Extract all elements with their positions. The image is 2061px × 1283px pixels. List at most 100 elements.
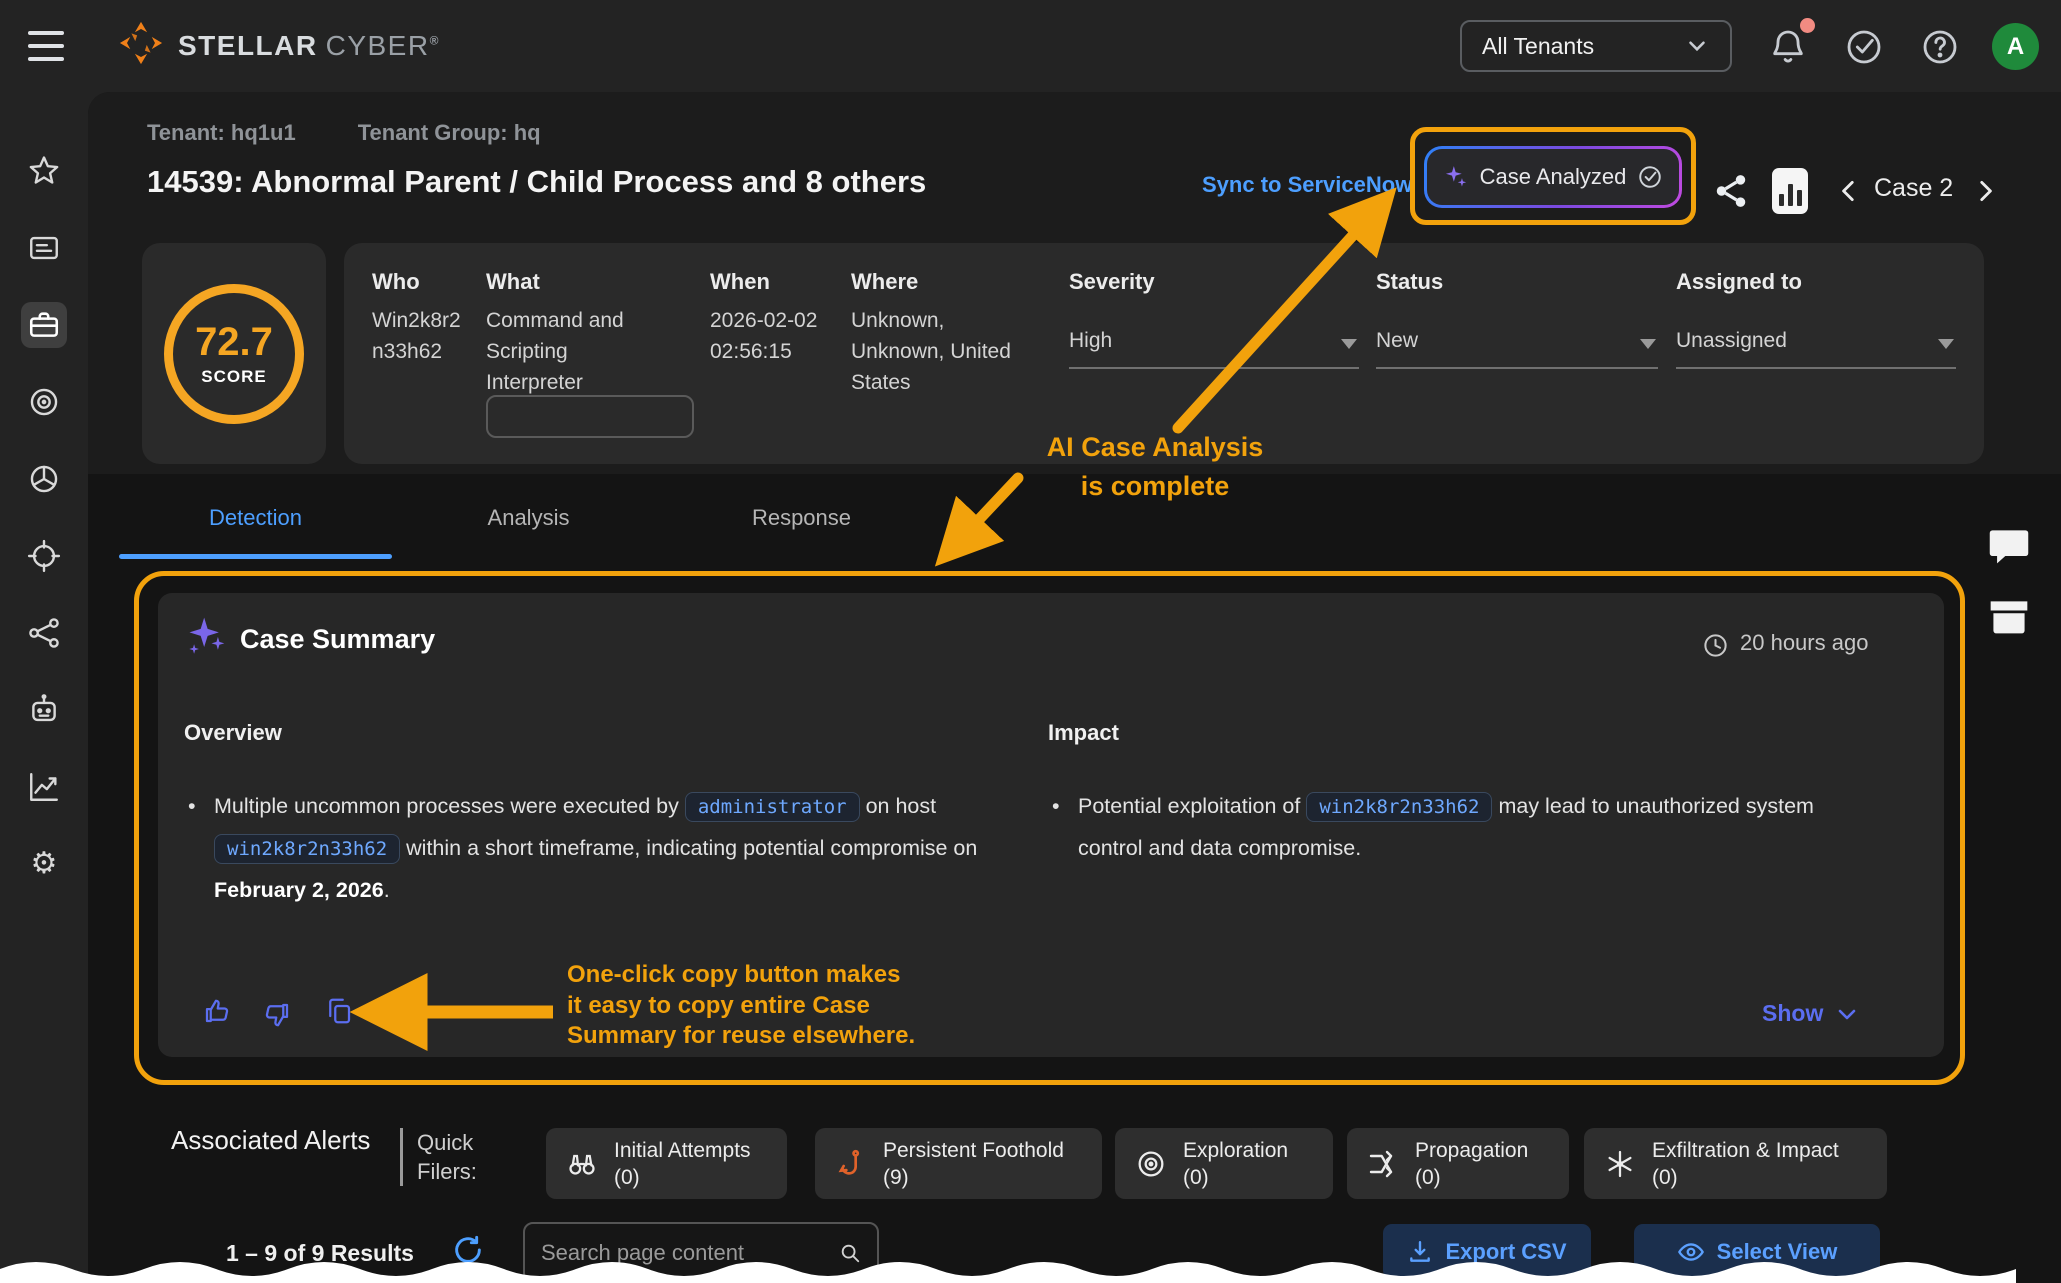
score-ring: 72.7 SCORE <box>164 284 304 424</box>
entity-chip-administrator[interactable]: administrator <box>685 792 860 822</box>
case-nav-label: Case 2 <box>1874 174 1953 203</box>
tab-detection[interactable]: Detection <box>119 505 392 559</box>
tenant-label: Tenant: hq1u1 <box>147 120 296 146</box>
topbar: STELLARCYBER® All Tenants A <box>0 0 2061 92</box>
filter-chip-exploration[interactable]: Exploration(0) <box>1115 1128 1333 1199</box>
when-value: 2026-02-02 02:56:15 <box>710 305 822 367</box>
notification-dot <box>1800 18 1815 33</box>
briefcase-icon[interactable] <box>21 302 67 348</box>
binoculars-icon <box>566 1148 598 1180</box>
copy-icon[interactable] <box>324 996 354 1026</box>
compass-icon <box>1135 1148 1167 1180</box>
thumbs-down-icon[interactable] <box>262 1000 292 1030</box>
severity-select-underline <box>1069 367 1359 369</box>
chart-icon[interactable] <box>21 764 67 810</box>
what-inline-input[interactable] <box>486 395 694 438</box>
severity-select-value[interactable]: High <box>1069 325 1112 356</box>
bell-icon[interactable] <box>1768 26 1808 68</box>
overview-heading: Overview <box>184 720 282 746</box>
tenant-selector[interactable]: All Tenants <box>1460 20 1732 72</box>
card-icon[interactable] <box>21 225 67 271</box>
help-icon[interactable] <box>1920 26 1960 68</box>
severity-label: Severity <box>1069 269 1155 295</box>
case-analyzed-label: Case Analyzed <box>1480 164 1627 190</box>
bullseye-icon[interactable] <box>21 379 67 425</box>
case-summary-title: Case Summary <box>240 624 435 655</box>
assigned-select-underline <box>1676 367 1956 369</box>
brand-logo: STELLARCYBER® <box>118 20 440 71</box>
filter-chip-exfiltration-impact[interactable]: Exfiltration & Impact(0) <box>1584 1128 1887 1199</box>
who-label: Who <box>372 269 420 295</box>
avatar[interactable]: A <box>1992 23 2039 70</box>
tab-analysis[interactable]: Analysis <box>392 505 665 559</box>
app-screen: STELLARCYBER® All Tenants A <box>0 0 2061 1283</box>
star-icon[interactable] <box>21 148 67 194</box>
entity-chip-host[interactable]: win2k8r2n33h62 <box>1306 792 1492 822</box>
sync-to-servicenow-link[interactable]: Sync to ServiceNow <box>1202 172 1412 198</box>
avatar-initial: A <box>2007 33 2024 61</box>
ai-sparkle-icon <box>1443 164 1469 190</box>
impact-text: Potential exploitation of <box>1078 794 1300 818</box>
when-label: When <box>710 269 770 295</box>
what-value: Command and Scripting Interpreter <box>486 305 638 398</box>
status-select-underline <box>1376 367 1658 369</box>
brand-wordmark: STELLARCYBER® <box>178 30 440 62</box>
filter-chip-initial-attempts[interactable]: Initial Attempts(0) <box>546 1128 787 1199</box>
tab-bar: Detection Analysis Response <box>119 505 938 559</box>
fishhook-icon <box>835 1148 867 1180</box>
chevron-down-icon <box>1835 1002 1859 1026</box>
overview-text: Multiple uncommon processes were execute… <box>214 794 679 818</box>
tenant-info-row: Tenant: hq1u1 Tenant Group: hq <box>147 120 541 146</box>
score-card: 72.7 SCORE <box>142 243 326 464</box>
screenshot-tear-edge <box>0 1253 2061 1283</box>
who-value: Win2k8r2n33h62 <box>372 305 464 367</box>
case-analyzed-button[interactable]: Case Analyzed <box>1424 146 1682 208</box>
overview-bullet: Multiple uncommon processes were execute… <box>184 786 984 911</box>
status-chevron-down-icon[interactable] <box>1640 339 1656 349</box>
assigned-chevron-down-icon[interactable] <box>1938 339 1954 349</box>
pie-icon[interactable] <box>21 456 67 502</box>
share-icon[interactable] <box>1712 172 1750 210</box>
what-label: What <box>486 269 540 295</box>
show-link[interactable]: Show <box>1762 1000 1859 1027</box>
status-label: Status <box>1376 269 1443 295</box>
score-value: 72.7 <box>195 320 273 365</box>
analyzed-check-icon <box>1637 164 1663 190</box>
robot-icon[interactable] <box>21 687 67 733</box>
page-title: 14539: Abnormal Parent / Child Process a… <box>147 164 926 200</box>
tenant-selector-value: All Tenants <box>1482 33 1594 60</box>
gear-icon[interactable]: ⚙ <box>21 841 67 887</box>
status-select-value[interactable]: New <box>1376 325 1418 356</box>
tab-response[interactable]: Response <box>665 505 938 559</box>
crossed-arrows-icon <box>1367 1148 1399 1180</box>
filter-chip-propagation[interactable]: Propagation(0) <box>1347 1128 1569 1199</box>
network-icon[interactable] <box>21 610 67 656</box>
case-summary-timestamp: 20 hours ago <box>1740 630 1868 656</box>
bar-chart-icon[interactable] <box>1772 168 1808 214</box>
tenant-group-label: Tenant Group: hq <box>358 120 541 146</box>
comment-icon[interactable] <box>1985 523 2033 567</box>
entity-chip-host[interactable]: win2k8r2n33h62 <box>214 834 400 864</box>
chevron-down-icon <box>1684 33 1710 59</box>
assigned-select-value[interactable]: Unassigned <box>1676 325 1787 356</box>
severity-chevron-down-icon[interactable] <box>1341 339 1357 349</box>
overview-date: February 2, 2026 <box>214 878 384 902</box>
crosshair-icon[interactable] <box>21 533 67 579</box>
filter-chip-persistent-foothold[interactable]: Persistent Foothold(9) <box>815 1128 1102 1199</box>
thumbs-up-icon[interactable] <box>202 996 232 1026</box>
associated-alerts-title: Associated Alerts <box>171 1122 401 1158</box>
chevron-right-icon[interactable] <box>1972 176 1998 206</box>
where-value: Unknown, Unknown, United States <box>851 305 1011 398</box>
chevron-left-icon[interactable] <box>1836 176 1862 206</box>
overview-text: within a short timeframe, indicating pot… <box>406 836 977 860</box>
quick-filters-label: Quick Filers: <box>400 1128 520 1186</box>
impact-bullet: Potential exploitation of win2k8r2n33h62… <box>1048 786 1878 869</box>
annotation-copy-note: One-click copy button makes it easy to c… <box>567 960 915 1052</box>
score-label: SCORE <box>201 367 266 387</box>
check-circle-icon[interactable] <box>1844 26 1884 68</box>
assigned-label: Assigned to <box>1676 269 1802 295</box>
ai-sparkles-icon <box>184 614 228 658</box>
hamburger-menu-icon[interactable] <box>28 31 64 61</box>
where-label: Where <box>851 269 918 295</box>
archive-icon[interactable] <box>1985 594 2033 638</box>
